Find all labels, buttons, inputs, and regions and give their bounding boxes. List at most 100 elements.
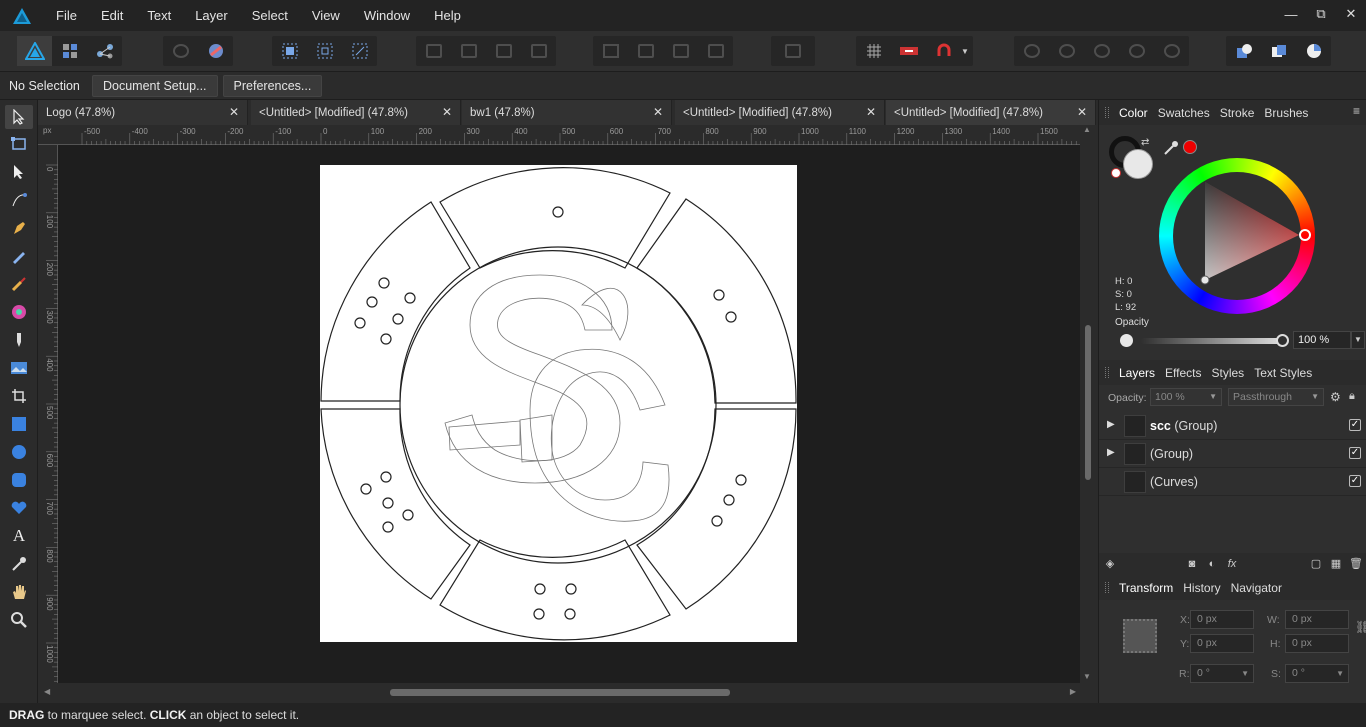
add-layer-icon[interactable]: ▢ — [1309, 557, 1323, 571]
horizontal-scrollbar[interactable]: ◀ ▶ — [38, 683, 1080, 703]
expand-triangle-icon[interactable]: ▶ — [1107, 447, 1115, 458]
picked-color-swatch[interactable] — [1183, 140, 1197, 154]
close-icon[interactable]: ✕ — [866, 105, 876, 119]
tab-untitled-1[interactable]: <Untitled> [Modified] (47.8%) ✕ — [251, 100, 461, 125]
close-icon[interactable]: ✕ — [1077, 105, 1087, 119]
select-all-icon[interactable] — [272, 36, 307, 66]
fill-stroke-well[interactable]: ⇄ — [1109, 136, 1157, 184]
visibility-checkbox[interactable]: ✓ — [1349, 475, 1361, 487]
tab-layers[interactable]: Layers — [1119, 366, 1155, 380]
color-picker-tool-icon[interactable] — [5, 552, 33, 576]
fill-tool-icon[interactable] — [5, 300, 33, 324]
subtract-icon[interactable] — [1049, 36, 1084, 66]
delete-layer-icon[interactable]: 🗑︎ — [1349, 557, 1363, 571]
pen-tool-icon[interactable] — [5, 216, 33, 240]
expand-triangle-icon[interactable]: ▶ — [1107, 419, 1115, 430]
tab-styles[interactable]: Styles — [1212, 366, 1245, 380]
panel-grip-icon[interactable] — [1105, 582, 1109, 593]
panel-grip-icon[interactable] — [1105, 367, 1109, 378]
fx-icon[interactable]: fx — [1225, 557, 1239, 571]
add-icon[interactable] — [1014, 36, 1049, 66]
align-dropdown-icon[interactable] — [771, 36, 815, 66]
select-inside-icon[interactable] — [307, 36, 342, 66]
blend-mode-dropdown[interactable]: Passthrough ▼ — [1228, 388, 1324, 406]
width-input[interactable]: 0 px — [1285, 610, 1349, 629]
layer-settings-gear-icon[interactable]: ⚙ — [1330, 390, 1341, 404]
tab-logo[interactable]: Logo (47.8%) ✕ — [38, 100, 248, 125]
tab-color[interactable]: Color — [1119, 106, 1148, 120]
insert-top-icon[interactable] — [1261, 36, 1296, 66]
force-pixel-alignment-icon[interactable] — [891, 36, 926, 66]
panel-grip-icon[interactable] — [1105, 107, 1109, 118]
tab-swatches[interactable]: Swatches — [1158, 106, 1210, 120]
move-to-back-icon[interactable] — [416, 36, 451, 66]
no-color-icon[interactable] — [1111, 168, 1121, 178]
menu-text[interactable]: Text — [135, 0, 183, 31]
height-input[interactable]: 0 px — [1285, 634, 1349, 653]
point-transform-tool-icon[interactable] — [5, 188, 33, 212]
insert-behind-icon[interactable] — [1226, 36, 1261, 66]
ellipse-tool-icon[interactable] — [5, 440, 33, 464]
visibility-checkbox[interactable]: ✓ — [1349, 419, 1361, 431]
zoom-tool-icon[interactable] — [5, 608, 33, 632]
xor-icon[interactable] — [1119, 36, 1154, 66]
tab-navigator[interactable]: Navigator — [1231, 581, 1282, 595]
tab-bw1[interactable]: bw1 (47.8%) ✕ — [462, 100, 672, 125]
rotate-right-icon[interactable] — [698, 36, 733, 66]
move-back-one-icon[interactable] — [451, 36, 486, 66]
artboard-tool-icon[interactable] — [5, 132, 33, 156]
menu-file[interactable]: File — [44, 0, 89, 31]
close-icon[interactable]: ✕ — [653, 105, 663, 119]
horizontal-scroll-thumb[interactable] — [390, 689, 730, 696]
x-input[interactable]: 0 px — [1190, 610, 1254, 629]
fill-swatch[interactable] — [1123, 149, 1153, 179]
visibility-checkbox[interactable]: ✓ — [1349, 447, 1361, 459]
menu-window[interactable]: Window — [352, 0, 422, 31]
menu-edit[interactable]: Edit — [89, 0, 135, 31]
home-icon[interactable] — [163, 36, 198, 66]
vector-brush-tool-icon[interactable] — [5, 272, 33, 296]
anchor-point-selector[interactable] — [1123, 619, 1157, 653]
hand-tool-icon[interactable] — [5, 580, 33, 604]
close-icon[interactable]: ✕ — [442, 105, 452, 119]
panel-menu-icon[interactable]: ≡ — [1353, 104, 1360, 118]
rectangle-tool-icon[interactable] — [5, 412, 33, 436]
move-tool-icon[interactable] — [5, 105, 33, 129]
designer-persona-icon[interactable] — [17, 36, 52, 66]
scroll-up-icon[interactable]: ▲ — [1083, 125, 1091, 134]
crop-tool-icon[interactable] — [5, 384, 33, 408]
layer-stack-icon[interactable]: ◈ — [1103, 557, 1117, 571]
pencil-tool-icon[interactable] — [5, 244, 33, 268]
document-setup-button[interactable]: Document Setup... — [92, 74, 218, 97]
vertical-scroll-thumb[interactable] — [1085, 325, 1091, 480]
tab-history[interactable]: History — [1183, 581, 1220, 595]
layer-row-scc-group[interactable]: ▶ scc (Group) ✓ — [1099, 412, 1366, 440]
tab-untitled-3-active[interactable]: <Untitled> [Modified] (47.8%) ✕ — [886, 100, 1096, 125]
adjustment-icon[interactable]: ◐ — [1205, 557, 1219, 571]
opacity-input[interactable]: 100 % — [1293, 331, 1351, 349]
rounded-rectangle-tool-icon[interactable] — [5, 468, 33, 492]
vertical-scrollbar[interactable]: ▲ ▼ — [1080, 125, 1096, 683]
opacity-slider-handle[interactable] — [1276, 334, 1289, 347]
divide-icon[interactable] — [1154, 36, 1189, 66]
affinity-designer-logo-icon[interactable] — [0, 0, 44, 31]
pixel-persona-icon[interactable] — [52, 36, 87, 66]
swap-colors-icon[interactable]: ⇄ — [1141, 137, 1149, 148]
rotation-input[interactable]: 0 ° ▼ — [1190, 664, 1254, 683]
color-wheel[interactable] — [1159, 158, 1315, 314]
intersect-icon[interactable] — [1084, 36, 1119, 66]
tab-untitled-2[interactable]: <Untitled> [Modified] (47.8%) ✕ — [675, 100, 885, 125]
close-button[interactable]: ✕ — [1336, 0, 1366, 28]
scroll-down-icon[interactable]: ▼ — [1083, 672, 1091, 681]
place-image-tool-icon[interactable] — [5, 356, 33, 380]
heart-shape-tool-icon[interactable] — [5, 496, 33, 520]
grid-icon[interactable] — [856, 36, 891, 66]
insert-inside-icon[interactable] — [1296, 36, 1331, 66]
menu-help[interactable]: Help — [422, 0, 473, 31]
canvas-area[interactable] — [58, 145, 1080, 683]
add-mask-icon[interactable]: ◙ — [1185, 557, 1199, 571]
node-tool-icon[interactable] — [5, 160, 33, 184]
export-persona-icon[interactable] — [87, 36, 122, 66]
move-to-front-icon[interactable] — [521, 36, 556, 66]
y-input[interactable]: 0 px — [1190, 634, 1254, 653]
